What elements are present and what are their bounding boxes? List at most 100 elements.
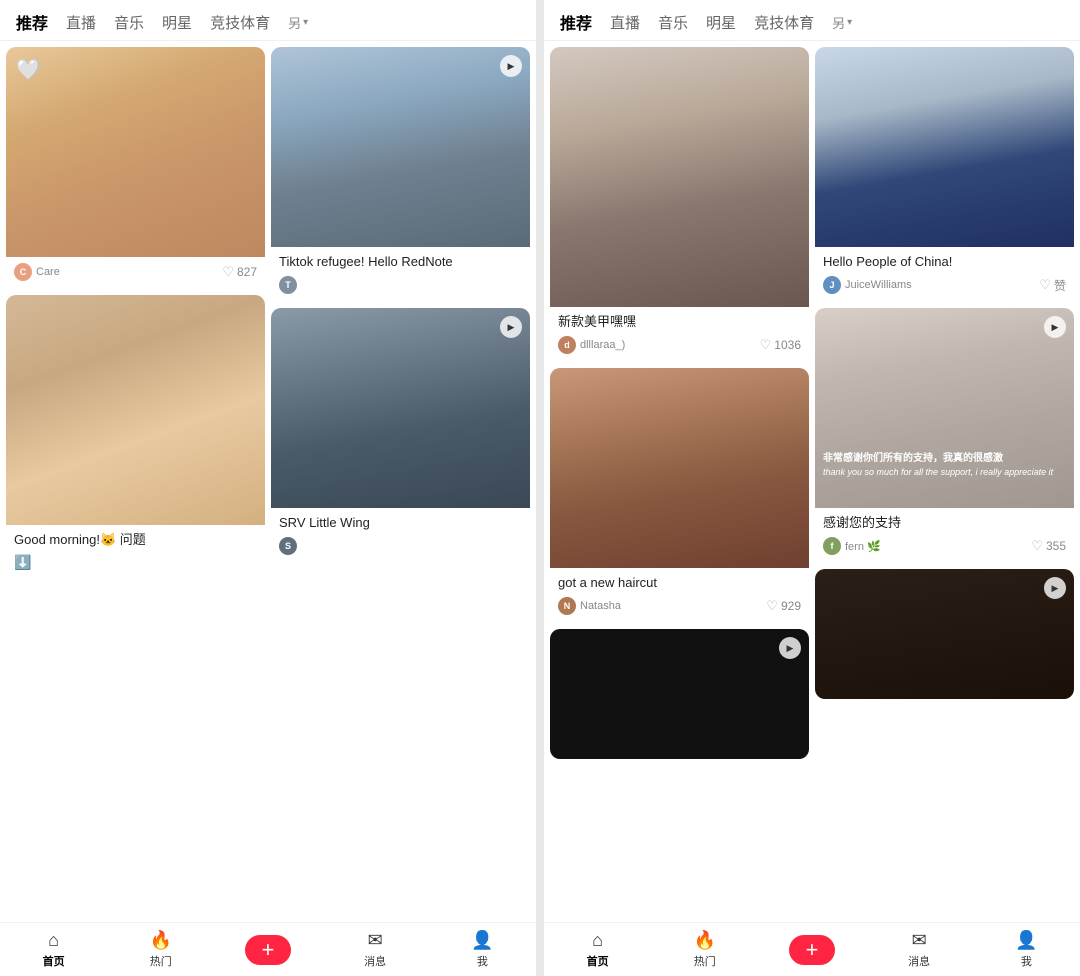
left-nav: 推荐 直播 音乐 明星 竞技体育 另 ▾ <box>0 0 536 41</box>
card-image: ▶ <box>271 47 530 247</box>
card-info: got a new haircut N Natasha ♡ 929 <box>550 568 809 623</box>
nav-live-left[interactable]: 直播 <box>66 12 96 33</box>
profile-icon: 👤 <box>471 930 493 951</box>
hot-icon: 🔥 <box>694 930 716 951</box>
card-info: Good morning!🐱 问题 ⬇️ <box>6 525 265 579</box>
card-hello-china[interactable]: Hello People of China! J JuiceWilliams ♡… <box>815 47 1074 302</box>
bottom-msg-right[interactable]: ✉ 消息 <box>894 930 944 969</box>
nav-sports-right[interactable]: 竞技体育 <box>754 12 814 33</box>
bottom-hot-left[interactable]: 🔥 热门 <box>136 930 186 969</box>
bottom-add-left[interactable]: + <box>243 935 293 965</box>
bottom-me-right[interactable]: 👤 我 <box>1001 930 1051 969</box>
card-image: 🤍 <box>6 47 265 257</box>
avatar: T <box>279 276 297 294</box>
play-icon: ▶ <box>500 55 522 77</box>
card-author: J JuiceWilliams <box>823 276 912 294</box>
bottom-label: 我 <box>1021 953 1032 969</box>
like-section[interactable]: ♡ 赞 <box>1039 277 1066 294</box>
card-srv-guitar[interactable]: ▶ SRV Little Wing S <box>271 308 530 563</box>
nav-more-left[interactable]: 另 ▾ <box>288 13 308 32</box>
nav-music-right[interactable]: 音乐 <box>658 12 688 33</box>
nav-recommend-left[interactable]: 推荐 <box>16 10 48 34</box>
like-count: 827 <box>237 265 257 279</box>
nav-live-right[interactable]: 直播 <box>610 12 640 33</box>
like-section[interactable]: ♡ 355 <box>1031 538 1066 554</box>
nav-music-left[interactable]: 音乐 <box>114 12 144 33</box>
card-meta: d dlllaraa_) ♡ 1036 <box>558 336 801 354</box>
author-name: dlllaraa_) <box>580 339 625 351</box>
card-title: Hello People of China! <box>823 253 1066 271</box>
card-image: ▶ <box>550 629 809 759</box>
card-info: C Care ♡ 827 <box>6 257 265 289</box>
like-count: 355 <box>1046 539 1066 553</box>
card-girl-blonde-1[interactable]: 🤍 C Care ♡ 827 <box>6 47 265 289</box>
add-button[interactable]: + <box>245 935 291 965</box>
card-dark-video[interactable]: ▶ <box>550 629 809 759</box>
avatar: f <box>823 537 841 555</box>
card-info: 感谢您的支持 f fern 🌿 ♡ 355 <box>815 508 1074 563</box>
bottom-label: 首页 <box>43 953 65 969</box>
card-title: SRV Little Wing <box>279 514 522 532</box>
card-image: ▶ <box>815 569 1074 699</box>
nav-more-right[interactable]: 另 ▾ <box>832 13 852 32</box>
heart-icon: ♡ <box>1039 277 1051 293</box>
nav-star-right[interactable]: 明星 <box>706 12 736 33</box>
card-info: Hello People of China! J JuiceWilliams ♡… <box>815 247 1074 302</box>
card-title: Tiktok refugee! Hello RedNote <box>279 253 522 271</box>
card-meta: f fern 🌿 ♡ 355 <box>823 537 1066 555</box>
author-name: JuiceWilliams <box>845 279 912 291</box>
right-masonry: 新款美甲嘿嘿 d dlllaraa_) ♡ 1036 <box>544 41 1080 922</box>
bottom-msg-left[interactable]: ✉ 消息 <box>350 930 400 969</box>
bottom-hot-right[interactable]: 🔥 热门 <box>680 930 730 969</box>
bottom-add-right[interactable]: + <box>787 935 837 965</box>
nav-sports-left[interactable]: 竞技体育 <box>210 12 270 33</box>
message-icon: ✉ <box>368 930 383 951</box>
like-count: 929 <box>781 599 801 613</box>
right-content: 新款美甲嘿嘿 d dlllaraa_) ♡ 1036 <box>544 41 1080 922</box>
card-thank-you[interactable]: ▶ 非常感谢你们所有的支持，我真的很感激 thank you so much f… <box>815 308 1074 563</box>
card-author: C Care <box>14 263 60 281</box>
profile-icon: 👤 <box>1015 930 1037 951</box>
right-bottom-bar: ⌂ 首页 🔥 热门 + ✉ 消息 👤 我 <box>544 922 1080 976</box>
card-author: N Natasha <box>558 597 621 615</box>
bottom-home-left[interactable]: ⌂ 首页 <box>29 930 79 969</box>
author-name: fern 🌿 <box>845 540 881 553</box>
play-icon: ▶ <box>500 316 522 338</box>
card-author: S <box>279 537 297 555</box>
card-author: d dlllaraa_) <box>558 336 625 354</box>
home-icon: ⌂ <box>48 930 59 951</box>
subtitle-overlay: 非常感谢你们所有的支持，我真的很感激 thank you so much for… <box>823 452 1066 479</box>
subtitle-zh: 非常感谢你们所有的支持，我真的很感激 <box>823 452 1066 466</box>
nav-recommend-right[interactable]: 推荐 <box>560 10 592 34</box>
card-drum-video[interactable]: ▶ <box>815 569 1074 699</box>
like-section[interactable]: ♡ 1036 <box>760 337 801 353</box>
home-icon: ⌂ <box>592 930 603 951</box>
bottom-label: 首页 <box>587 953 609 969</box>
nav-star-left[interactable]: 明星 <box>162 12 192 33</box>
avatar: J <box>823 276 841 294</box>
card-author: ⬇️ <box>14 554 31 571</box>
heart-icon: ♡ <box>760 337 772 353</box>
card-image <box>550 47 809 307</box>
heart-icon: ♡ <box>222 264 234 280</box>
avatar: N <box>558 597 576 615</box>
card-title: 感谢您的支持 <box>823 514 1066 532</box>
card-new-haircut[interactable]: got a new haircut N Natasha ♡ 929 <box>550 368 809 623</box>
card-nails[interactable]: 新款美甲嘿嘿 d dlllaraa_) ♡ 1036 <box>550 47 809 362</box>
like-section[interactable]: ♡ 929 <box>766 598 801 614</box>
card-girl-morning[interactable]: Good morning!🐱 问题 ⬇️ <box>6 295 265 579</box>
card-info: SRV Little Wing S <box>271 508 530 563</box>
left-phone: 推荐 直播 音乐 明星 竞技体育 另 ▾ 🤍 C <box>0 0 536 976</box>
play-icon: ▶ <box>779 637 801 659</box>
left-bottom-bar: ⌂ 首页 🔥 热门 + ✉ 消息 👤 我 <box>0 922 536 976</box>
right-phone: 推荐 直播 音乐 明星 竞技体育 另 ▾ 新款美甲嘿嘿 d <box>544 0 1080 976</box>
card-meta: S <box>279 537 522 555</box>
add-button[interactable]: + <box>789 935 835 965</box>
left-col-1: ▶ Tiktok refugee! Hello RedNote T <box>271 47 530 916</box>
card-title: got a new haircut <box>558 574 801 592</box>
bottom-label: 消息 <box>908 953 930 969</box>
bottom-home-right[interactable]: ⌂ 首页 <box>573 930 623 969</box>
like-section[interactable]: ♡ 827 <box>222 264 257 280</box>
card-tiktok-refugee[interactable]: ▶ Tiktok refugee! Hello RedNote T <box>271 47 530 302</box>
bottom-me-left[interactable]: 👤 我 <box>457 930 507 969</box>
